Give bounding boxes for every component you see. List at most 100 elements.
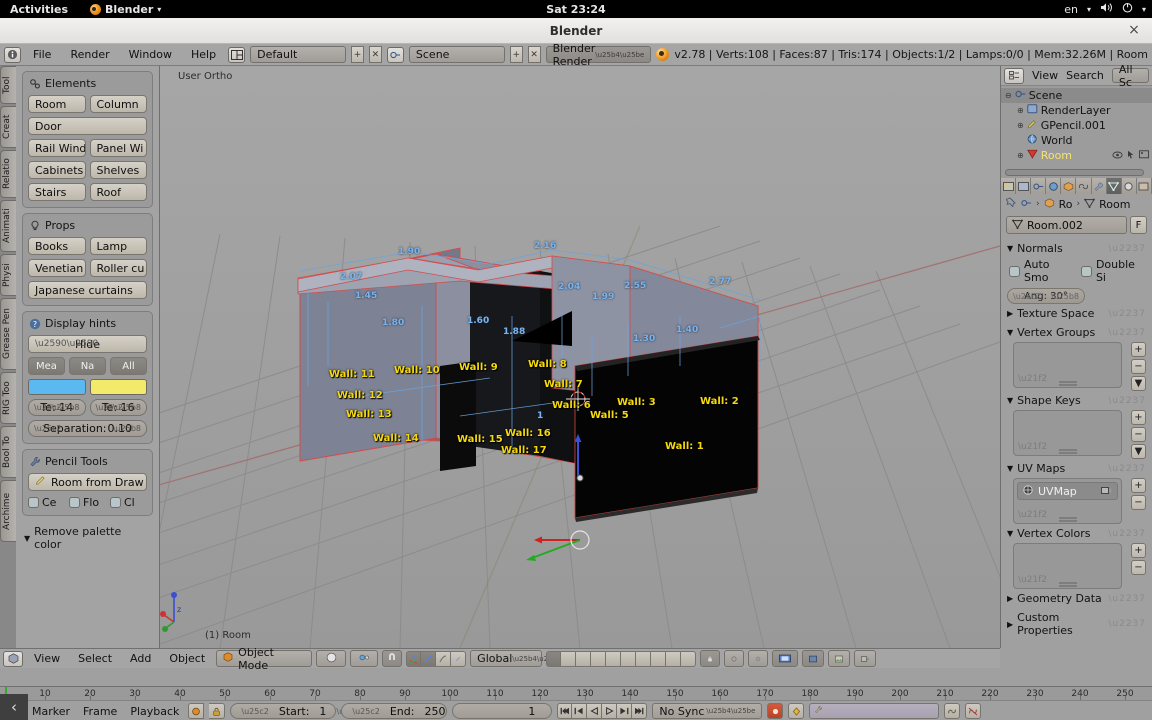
color-swatch-measure[interactable] bbox=[28, 379, 86, 395]
button-shelves[interactable]: Shelves bbox=[89, 161, 147, 179]
text-size-2-field[interactable]: \u25c2 Te: 16 \u25b8 bbox=[89, 399, 147, 416]
layer-3-button[interactable] bbox=[576, 650, 592, 667]
delete-scene-button[interactable]: ✕ bbox=[527, 46, 541, 63]
outliner-scrollbar[interactable] bbox=[1005, 169, 1144, 176]
collapse-icon[interactable]: ⊖ bbox=[1005, 91, 1012, 100]
translate-manipulator-icon[interactable] bbox=[406, 650, 422, 667]
vtab-bool-tool[interactable]: Bool To bbox=[0, 426, 16, 478]
outliner-menu-view[interactable]: View bbox=[1032, 69, 1058, 82]
manipulator-extra-icon[interactable] bbox=[451, 650, 467, 667]
add-vertex-color-button[interactable]: + bbox=[1131, 543, 1146, 558]
play-reverse-icon[interactable] bbox=[587, 703, 603, 719]
toggle-names[interactable]: Na bbox=[69, 357, 106, 375]
section-header-uv-maps[interactable]: ▼ UV Maps \u2237 bbox=[1001, 459, 1152, 478]
render-animation-icon[interactable] bbox=[854, 650, 877, 667]
keyingset-icon[interactable] bbox=[788, 703, 805, 719]
autokey-icon[interactable] bbox=[188, 703, 205, 719]
button-room[interactable]: Room bbox=[28, 95, 86, 113]
remove-shape-key-button[interactable]: − bbox=[1131, 427, 1146, 442]
vtab-create[interactable]: Creat bbox=[0, 106, 16, 148]
vtab-tool[interactable]: Tool bbox=[0, 66, 16, 104]
scene-browse-icon[interactable] bbox=[386, 46, 404, 63]
layer-8-button[interactable] bbox=[651, 650, 667, 667]
power-icon[interactable] bbox=[1122, 2, 1133, 16]
texture-paint-icon[interactable] bbox=[748, 650, 769, 667]
pencil-tools-panel-header[interactable]: Pencil Tools bbox=[29, 455, 147, 468]
scene-field[interactable]: Scene bbox=[408, 46, 505, 63]
properties-tab-material[interactable] bbox=[1121, 178, 1137, 194]
section-header-texture-space[interactable]: ▶ Texture Space \u2237 bbox=[1001, 304, 1152, 323]
frame-end-field[interactable]: \u25c2 End: 250 \u25b8 bbox=[341, 703, 484, 719]
snap-toggle[interactable] bbox=[382, 650, 403, 667]
auto-smooth-angle-field[interactable]: \u25c2 Ang: 30° \u25b8 bbox=[1007, 288, 1085, 304]
vtab-rig-tools[interactable]: RIG Too bbox=[0, 372, 16, 424]
expand-icon[interactable]: ⊕ bbox=[1017, 106, 1024, 115]
timeline-menu-playback[interactable]: Playback bbox=[126, 705, 183, 718]
vtab-grease-pencil[interactable]: Grease Pen bbox=[0, 298, 16, 370]
unlink-icon[interactable] bbox=[965, 703, 982, 719]
button-roller-curtain[interactable]: Roller cu bbox=[89, 259, 147, 277]
shape-keys-list[interactable]: \u21f2 bbox=[1013, 410, 1122, 456]
button-stairs[interactable]: Stairs bbox=[28, 183, 86, 201]
add-uv-map-button[interactable]: + bbox=[1131, 478, 1146, 493]
keying-set-field[interactable] bbox=[809, 703, 940, 719]
button-venetian[interactable]: Venetian bbox=[28, 259, 86, 277]
properties-tab-world[interactable] bbox=[1046, 178, 1062, 194]
keyboard-layout-label[interactable]: en bbox=[1064, 3, 1078, 16]
restrict-select-icon[interactable] bbox=[1127, 149, 1135, 162]
layer-4-button[interactable] bbox=[591, 650, 607, 667]
add-vertex-group-button[interactable]: + bbox=[1131, 342, 1146, 357]
next-keyframe-icon[interactable] bbox=[617, 703, 633, 719]
button-column[interactable]: Column bbox=[89, 95, 147, 113]
mesh-name-field[interactable]: Room.002 bbox=[1006, 216, 1127, 234]
properties-tab-constraints[interactable] bbox=[1076, 178, 1092, 194]
toggle-measures[interactable]: Mea bbox=[28, 357, 65, 375]
lock-icon[interactable] bbox=[209, 703, 226, 719]
menu-file[interactable]: File bbox=[26, 47, 58, 62]
properties-tab-renderlayers[interactable] bbox=[1016, 178, 1032, 194]
pivot-point-select[interactable] bbox=[350, 650, 379, 667]
properties-tab-texture[interactable] bbox=[1136, 178, 1152, 194]
menu-help[interactable]: Help bbox=[184, 47, 223, 62]
button-cabinets[interactable]: Cabinets bbox=[28, 161, 86, 179]
viewport-menu-select[interactable]: Select bbox=[71, 651, 119, 666]
jump-start-icon[interactable] bbox=[557, 703, 573, 719]
section-header-vertex-colors[interactable]: ▼ Vertex Colors \u2237 bbox=[1001, 524, 1152, 543]
link-icon[interactable] bbox=[944, 703, 961, 719]
3d-viewport[interactable]: User Ortho (1) Room z Wall: 1 Wall: 2 Wall… bbox=[160, 66, 1000, 648]
3d-view-icon[interactable] bbox=[3, 650, 23, 667]
expand-icon[interactable]: ⊕ bbox=[1017, 121, 1024, 130]
section-header-geometry-data[interactable]: ▶ Geometry Data \u2237 bbox=[1001, 589, 1152, 608]
outliner-row-world[interactable]: World bbox=[1001, 133, 1152, 148]
render-engine-select[interactable]: Blender Render \u25b4\u25be bbox=[545, 42, 652, 68]
restrict-view-icon[interactable] bbox=[1112, 149, 1123, 162]
scene-breadcrumb-icon[interactable] bbox=[1021, 198, 1032, 211]
opengl-render-icon[interactable] bbox=[802, 650, 825, 667]
timeline-menu-frame[interactable]: Frame bbox=[79, 705, 121, 718]
vtab-animation[interactable]: Animati bbox=[0, 200, 16, 252]
timeline-ruler[interactable]: 10 20 30 40 50 60 70 80 90 100 110 120 130 140 150 160 1… bbox=[0, 687, 1152, 701]
button-books[interactable]: Books bbox=[28, 237, 86, 255]
layer-10-button[interactable] bbox=[681, 650, 697, 667]
remove-uv-map-button[interactable]: − bbox=[1131, 495, 1146, 510]
uv-maps-list[interactable]: UVMap \u21f2 bbox=[1013, 478, 1122, 524]
layer-1-button[interactable] bbox=[546, 650, 562, 667]
display-hints-panel-header[interactable]: ? Display hints bbox=[29, 317, 147, 330]
outliner-menu-search[interactable]: Search bbox=[1066, 69, 1104, 82]
close-icon[interactable]: × bbox=[1126, 23, 1142, 39]
outliner-icon[interactable] bbox=[1004, 67, 1024, 84]
transform-orientation-select[interactable]: Global \u25b4\u25be bbox=[470, 650, 561, 667]
separation-field[interactable]: \u25c2 Separation: 0.10 \u25b8 bbox=[28, 420, 147, 437]
info-editor-type-icon[interactable] bbox=[4, 46, 22, 63]
vtab-physics[interactable]: Physi bbox=[0, 254, 16, 296]
elements-panel-header[interactable]: Elements bbox=[29, 77, 147, 90]
checkbox-cl[interactable]: Cl bbox=[110, 496, 147, 509]
section-header-vertex-groups[interactable]: ▼ Vertex Groups \u2237 bbox=[1001, 323, 1152, 342]
button-roof[interactable]: Roof bbox=[89, 183, 147, 201]
screen-layout-icon[interactable] bbox=[228, 46, 246, 63]
viewport-menu-view[interactable]: View bbox=[27, 651, 67, 666]
layer-6-button[interactable] bbox=[621, 650, 637, 667]
vtab-archimesh[interactable]: Archime bbox=[0, 480, 16, 542]
rotate-manipulator-icon[interactable] bbox=[421, 650, 437, 667]
vertex-group-specials-button[interactable]: ▼ bbox=[1131, 376, 1146, 391]
